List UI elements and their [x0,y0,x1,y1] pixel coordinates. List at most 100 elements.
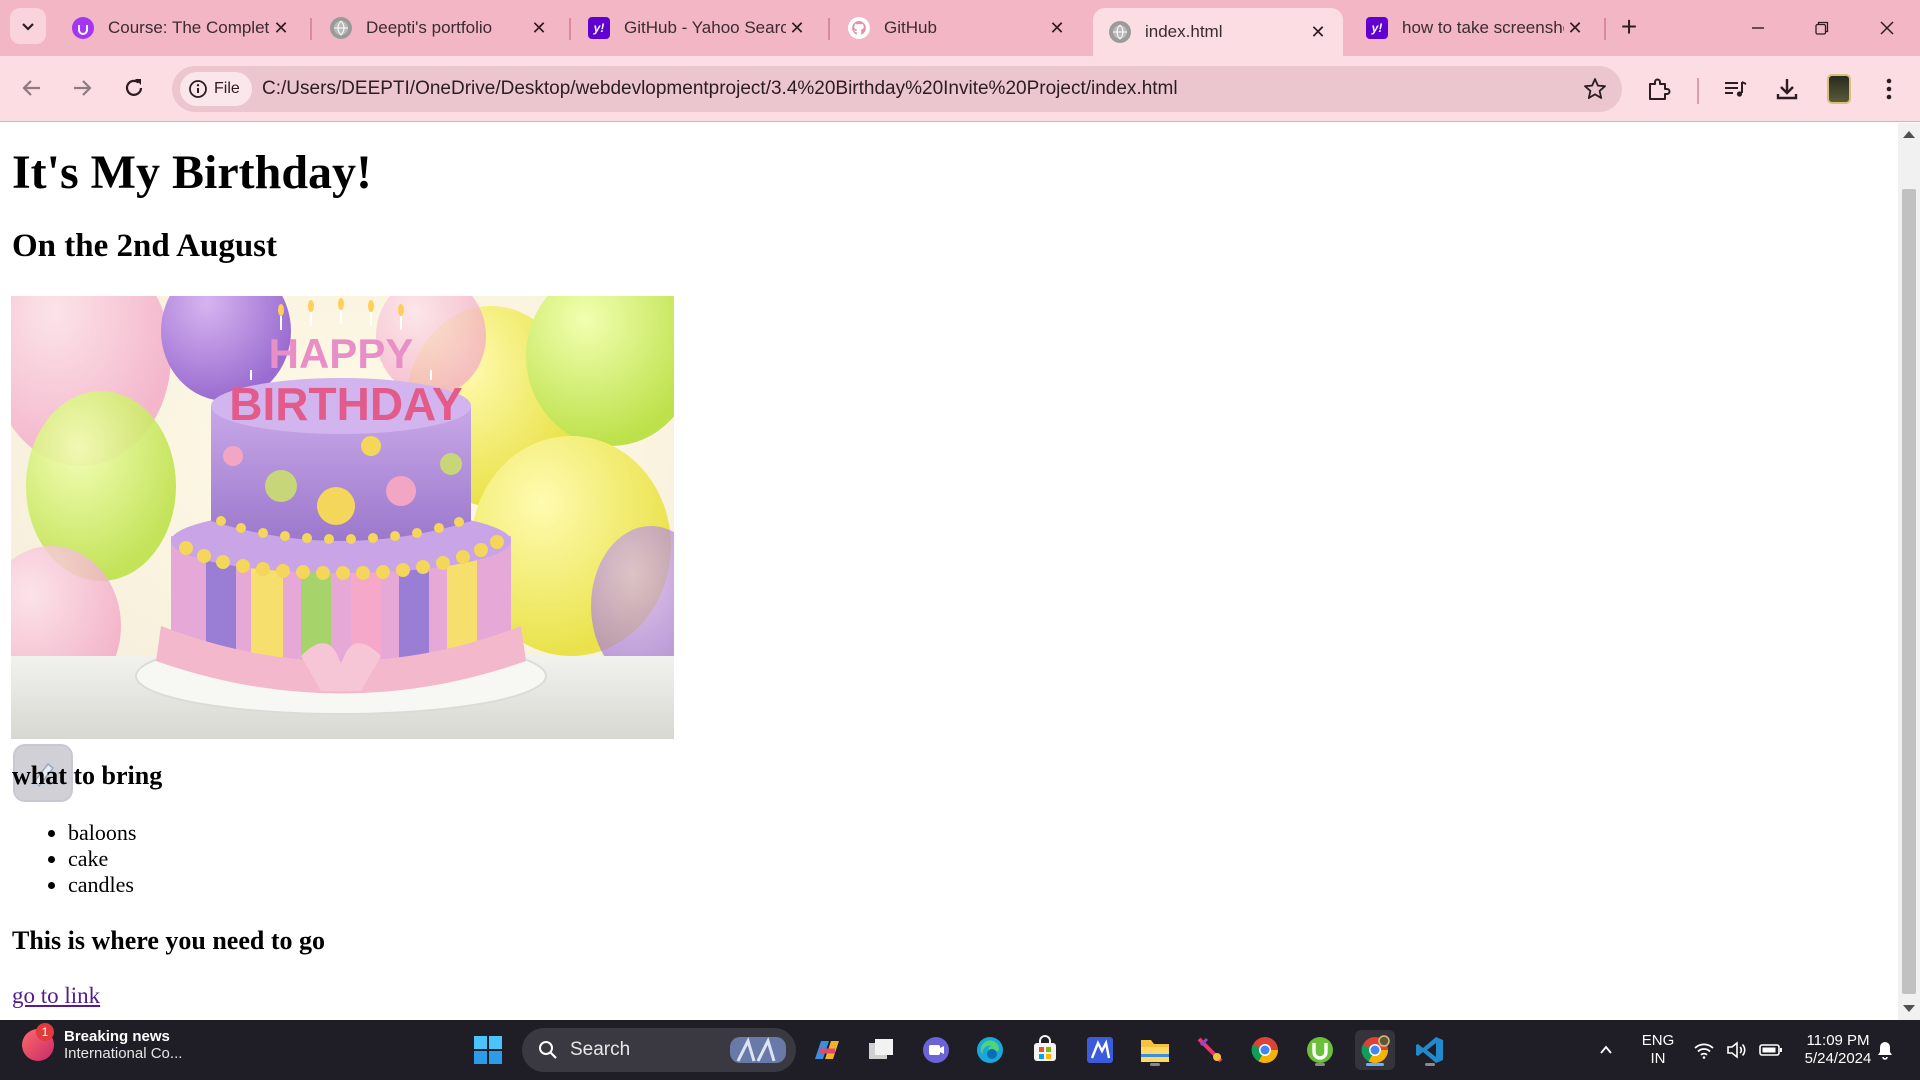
site-info-label: File [214,80,240,97]
snipping-app[interactable] [1190,1030,1230,1070]
running-indicator [1366,1063,1384,1066]
bring-list: baloons cake candles [68,820,136,898]
running-indicator [1150,1063,1160,1066]
tab-divider [569,18,571,40]
teams-app[interactable] [916,1030,956,1070]
task-view-icon [869,1039,893,1059]
url-text[interactable]: C:/Users/DEEPTI/OneDrive/Desktop/webdevl… [262,78,1178,100]
bookmark-star-button[interactable] [1582,76,1608,107]
scroll-up-arrow[interactable] [1903,131,1915,138]
tab-github[interactable]: GitHub ✕ [832,8,1082,48]
close-icon[interactable]: ✕ [1046,17,1068,39]
volume-icon [1727,1041,1746,1059]
close-icon[interactable]: ✕ [528,17,550,39]
info-icon [189,80,207,98]
running-indicator [1425,1063,1435,1066]
video-chat-icon [923,1037,949,1063]
utorrent-app[interactable] [1300,1030,1340,1070]
avatar [1827,74,1851,104]
list-item: candles [68,872,136,898]
page-title: It's My Birthday! [12,146,372,199]
site-info-chip[interactable]: File [180,72,252,106]
tab-course[interactable]: Course: The Complete ✕ [56,8,306,48]
tab-github-yahoo[interactable]: y! GitHub - Yahoo Search ✕ [572,8,822,48]
news-icon: 1 [22,1023,54,1061]
close-icon[interactable]: ✕ [1307,21,1329,43]
menu-button[interactable] [1872,72,1906,106]
tab-strip: Course: The Complete ✕ Deepti's portfoli… [0,0,1920,56]
file-explorer-app[interactable] [1135,1030,1175,1070]
close-window-button[interactable] [1864,10,1910,46]
back-button[interactable] [12,68,52,108]
tab-screenshot-search[interactable]: y! how to take screensho ✕ [1350,8,1600,48]
new-tab-button[interactable]: + [1614,11,1644,42]
wifi-icon [1694,1043,1714,1059]
reading-list-button[interactable] [1718,72,1752,106]
taskbar-search[interactable]: Search [522,1028,796,1072]
close-icon[interactable]: ✕ [786,17,808,39]
task-view-app[interactable] [861,1030,901,1070]
tab-title: how to take screensho [1402,18,1564,37]
edge-app[interactable] [970,1030,1010,1070]
store-icon [1034,1035,1056,1061]
folder-icon [1141,1040,1169,1062]
tab-title: Deepti's portfolio [366,18,493,37]
chrome-app[interactable] [1245,1030,1285,1070]
reload-button[interactable] [114,68,154,108]
vscode-app[interactable] [1410,1030,1450,1070]
close-icon[interactable]: ✕ [270,17,292,39]
candle-letters-happy: HAPPY [269,330,414,377]
puzzle-icon [1649,78,1671,100]
udemy-icon [72,17,94,39]
search-highlight-icon [730,1036,786,1063]
vscode-icon [1416,1037,1443,1063]
scroll-down-arrow[interactable] [1903,1005,1915,1012]
forward-button[interactable] [62,68,102,108]
tab-title: GitHub [884,18,937,37]
news-widget[interactable]: 1 Breaking news International Co... [22,1023,182,1062]
mathpix-app[interactable] [1080,1030,1120,1070]
yahoo-icon: y! [1366,17,1388,39]
toolbar-divider [1697,78,1699,104]
tab-index-html[interactable]: index.html ✕ [1093,8,1343,56]
tab-divider [310,18,312,40]
language-indicator[interactable]: ENG IN [1640,1032,1676,1068]
scrollbar-thumb[interactable] [1902,189,1916,994]
restore-button[interactable] [1799,10,1845,46]
globe-icon [1109,21,1131,43]
profile-button[interactable] [1822,72,1856,106]
tab-search-button[interactable] [10,8,46,44]
tab-title: index.html [1145,22,1223,41]
windows-icon [474,1036,502,1064]
start-button[interactable] [468,1030,508,1070]
tab-portfolio[interactable]: Deepti's portfolio ✕ [314,8,564,48]
edge-icon [977,1037,1003,1063]
minimize-button[interactable] [1735,10,1781,46]
reload-icon [125,79,143,96]
torrent-icon [1307,1037,1333,1063]
store-app[interactable] [1025,1030,1065,1070]
chrome-profile-app[interactable] [1355,1030,1395,1070]
github-icon [848,17,870,39]
running-indicator [1315,1063,1325,1066]
arrow-right-icon [74,80,92,96]
close-icon [1880,21,1894,35]
snip-icon [1197,1037,1223,1063]
notifications-button[interactable] [1868,1030,1902,1070]
go-to-link[interactable]: go to link [12,983,100,1009]
close-icon[interactable]: ✕ [1564,17,1586,39]
star-icon [1584,78,1606,99]
where-heading: This is where you need to go [12,926,325,955]
language-label: ENG [1641,1032,1675,1049]
copilot-app[interactable] [806,1030,846,1070]
search-icon [539,1041,557,1059]
globe-icon [330,17,352,39]
bell-icon [1878,1042,1892,1060]
extensions-button[interactable] [1642,72,1676,106]
downloads-button[interactable] [1770,72,1804,106]
address-bar[interactable]: File C:/Users/DEEPTI/OneDrive/Desktop/we… [172,66,1622,112]
page-scrollbar[interactable] [1898,123,1920,1020]
page-subtitle: On the 2nd August [12,228,278,264]
system-tray-status[interactable] [1688,1030,1788,1070]
show-hidden-icons-button[interactable] [1591,1030,1621,1070]
